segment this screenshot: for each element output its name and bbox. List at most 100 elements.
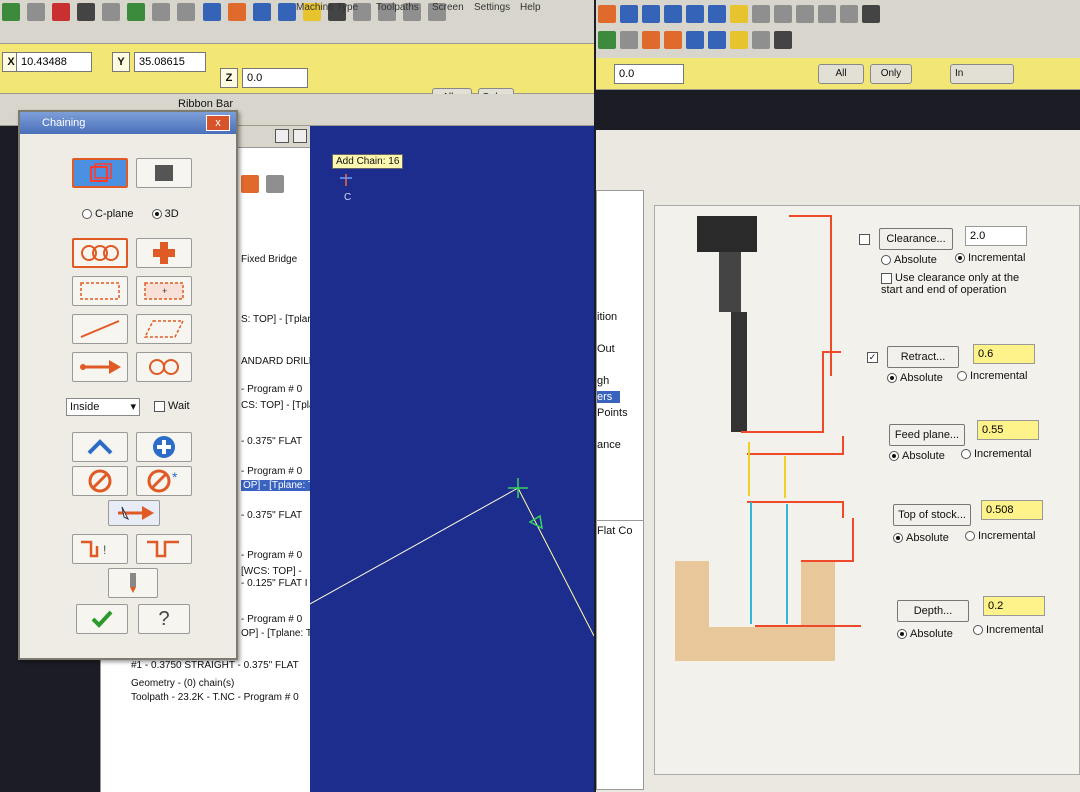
top-of-stock-value-input[interactable] — [981, 500, 1043, 520]
z-coordinate-input[interactable] — [614, 64, 684, 84]
tree-item[interactable]: - Program # 0 — [241, 614, 302, 625]
menu-help[interactable]: Help — [520, 2, 541, 13]
z-coordinate-input[interactable] — [242, 68, 308, 88]
partial-button[interactable] — [72, 352, 128, 382]
depth-absolute-radio[interactable] — [897, 629, 907, 640]
3d-radio[interactable] — [151, 209, 162, 220]
depth-button[interactable]: Depth... — [897, 600, 969, 622]
view-icon[interactable] — [227, 3, 246, 21]
cancel-chain-button[interactable] — [72, 466, 128, 496]
filter-all-button[interactable]: All — [818, 64, 864, 84]
top-of-stock-absolute-radio[interactable] — [893, 533, 903, 544]
clearance-button[interactable]: Clearance... — [879, 228, 953, 250]
menu-toolpaths[interactable]: Toolpaths — [376, 2, 419, 13]
tree-item[interactable]: Geometry - (0) chain(s) — [131, 678, 234, 689]
feed-plane-value-input[interactable] — [977, 420, 1039, 440]
top-of-stock-incremental-radio[interactable] — [965, 531, 975, 542]
level-select[interactable]: In — [950, 64, 1014, 84]
undo-icon[interactable] — [152, 3, 171, 21]
page-item[interactable]: Points — [597, 407, 628, 419]
tree-item[interactable]: - Program # 0 — [241, 550, 302, 561]
x-coordinate-input[interactable] — [16, 52, 92, 72]
ok-button[interactable] — [76, 604, 128, 634]
single-button[interactable] — [136, 238, 192, 268]
page-item[interactable]: ance — [597, 439, 621, 451]
page-item-selected[interactable]: ers — [597, 391, 621, 403]
minimize-icon[interactable] — [275, 129, 289, 143]
loop-button[interactable] — [136, 352, 192, 382]
solid-mode-button[interactable] — [136, 158, 192, 188]
feed-plane-absolute-radio[interactable] — [889, 451, 899, 462]
right-view-icon[interactable] — [840, 5, 858, 23]
retract-checkbox[interactable]: ✓ — [867, 352, 878, 363]
help-icon[interactable] — [266, 175, 285, 193]
offset-icon[interactable] — [730, 31, 748, 49]
chaining-close-button[interactable]: x — [206, 115, 230, 131]
cancel-all-button[interactable]: * — [136, 466, 192, 496]
clearance-checkbox[interactable] — [859, 234, 870, 245]
tree-item[interactable]: Fixed Bridge — [241, 254, 297, 265]
array-icon[interactable] — [752, 31, 770, 49]
iso-view-icon[interactable] — [774, 5, 792, 23]
zoom-out-icon[interactable] — [277, 3, 296, 21]
tree-item[interactable]: CS: TOP] - [Tpla — [241, 400, 315, 411]
filter-only-button[interactable]: Only — [870, 64, 912, 84]
retract-button[interactable]: Retract... — [887, 346, 959, 368]
graphics-viewport[interactable]: Add Chain: 16 C — [310, 126, 594, 792]
tree-item[interactable]: #1 - 0.3750 STRAIGHT - 0.375" FLAT — [131, 660, 299, 671]
tree-item[interactable]: - 0.125" FLAT I — [241, 578, 308, 589]
clearance-absolute-radio[interactable] — [881, 255, 891, 266]
top-view-icon[interactable] — [796, 5, 814, 23]
tree-item[interactable]: OP] - [Tplane: T — [241, 480, 316, 491]
shade-icon[interactable] — [730, 5, 748, 23]
zoom-icon[interactable] — [202, 3, 221, 21]
retract-value-input[interactable] — [973, 344, 1035, 364]
depth-incremental-radio[interactable] — [973, 625, 983, 636]
retract-incremental-radio[interactable] — [957, 371, 967, 382]
front-view-icon[interactable] — [818, 5, 836, 23]
chain-mode-select[interactable]: Inside ▾ — [66, 398, 140, 416]
circle-icon[interactable] — [52, 3, 71, 21]
cplane-radio[interactable] — [82, 209, 92, 220]
tree-item[interactable]: - 0.375" FLAT — [241, 510, 302, 521]
render-icon[interactable] — [752, 5, 770, 23]
area-button[interactable]: + — [136, 276, 192, 306]
y-coordinate-input[interactable] — [134, 52, 206, 72]
edit-icon[interactable] — [241, 175, 259, 193]
depth-value-input[interactable] — [983, 596, 1045, 616]
end-point-button[interactable] — [136, 534, 192, 564]
tree-item[interactable]: [WCS: TOP] - — [241, 566, 302, 577]
wait-checkbox[interactable] — [154, 400, 165, 412]
mirror-icon[interactable] — [664, 31, 682, 49]
arc-icon[interactable] — [102, 3, 121, 21]
line-icon[interactable] — [27, 3, 46, 21]
break-icon[interactable] — [620, 31, 638, 49]
rotate-icon[interactable] — [686, 31, 704, 49]
feed-plane-button[interactable]: Feed plane... — [889, 424, 965, 446]
tree-item[interactable]: - Program # 0 — [241, 384, 302, 395]
unselect-button[interactable] — [72, 432, 128, 462]
tree-item[interactable]: Toolpath - 23.2K - T.NC - Program # 0 — [131, 692, 299, 703]
wireframe-mode-button[interactable] — [72, 158, 128, 188]
reverse-button[interactable] — [108, 500, 160, 526]
chain-line-1[interactable] — [310, 487, 519, 605]
drag-icon[interactable] — [774, 31, 792, 49]
window-button[interactable] — [72, 276, 128, 306]
zoom-prev-icon[interactable] — [686, 5, 704, 23]
vector-button[interactable] — [72, 314, 128, 344]
retract-absolute-radio[interactable] — [887, 373, 897, 384]
plus-icon[interactable] — [2, 3, 20, 21]
page-item[interactable]: gh — [597, 375, 609, 387]
close-icon[interactable] — [293, 129, 307, 143]
feed-plane-incremental-radio[interactable] — [961, 449, 971, 460]
tree-item[interactable]: - 0.375" FLAT — [241, 436, 302, 447]
start-point-button[interactable]: ! — [72, 534, 128, 564]
chain-line-2[interactable] — [517, 487, 594, 637]
clearance-only-checkbox[interactable] — [881, 272, 892, 284]
zoom-in-icon[interactable] — [642, 5, 660, 23]
add-button[interactable] — [136, 432, 192, 462]
clearance-value-input[interactable] — [965, 226, 1027, 246]
page-item[interactable]: ition — [597, 311, 617, 323]
trim-icon[interactable] — [598, 31, 616, 49]
zoom-window-icon[interactable] — [252, 3, 271, 21]
